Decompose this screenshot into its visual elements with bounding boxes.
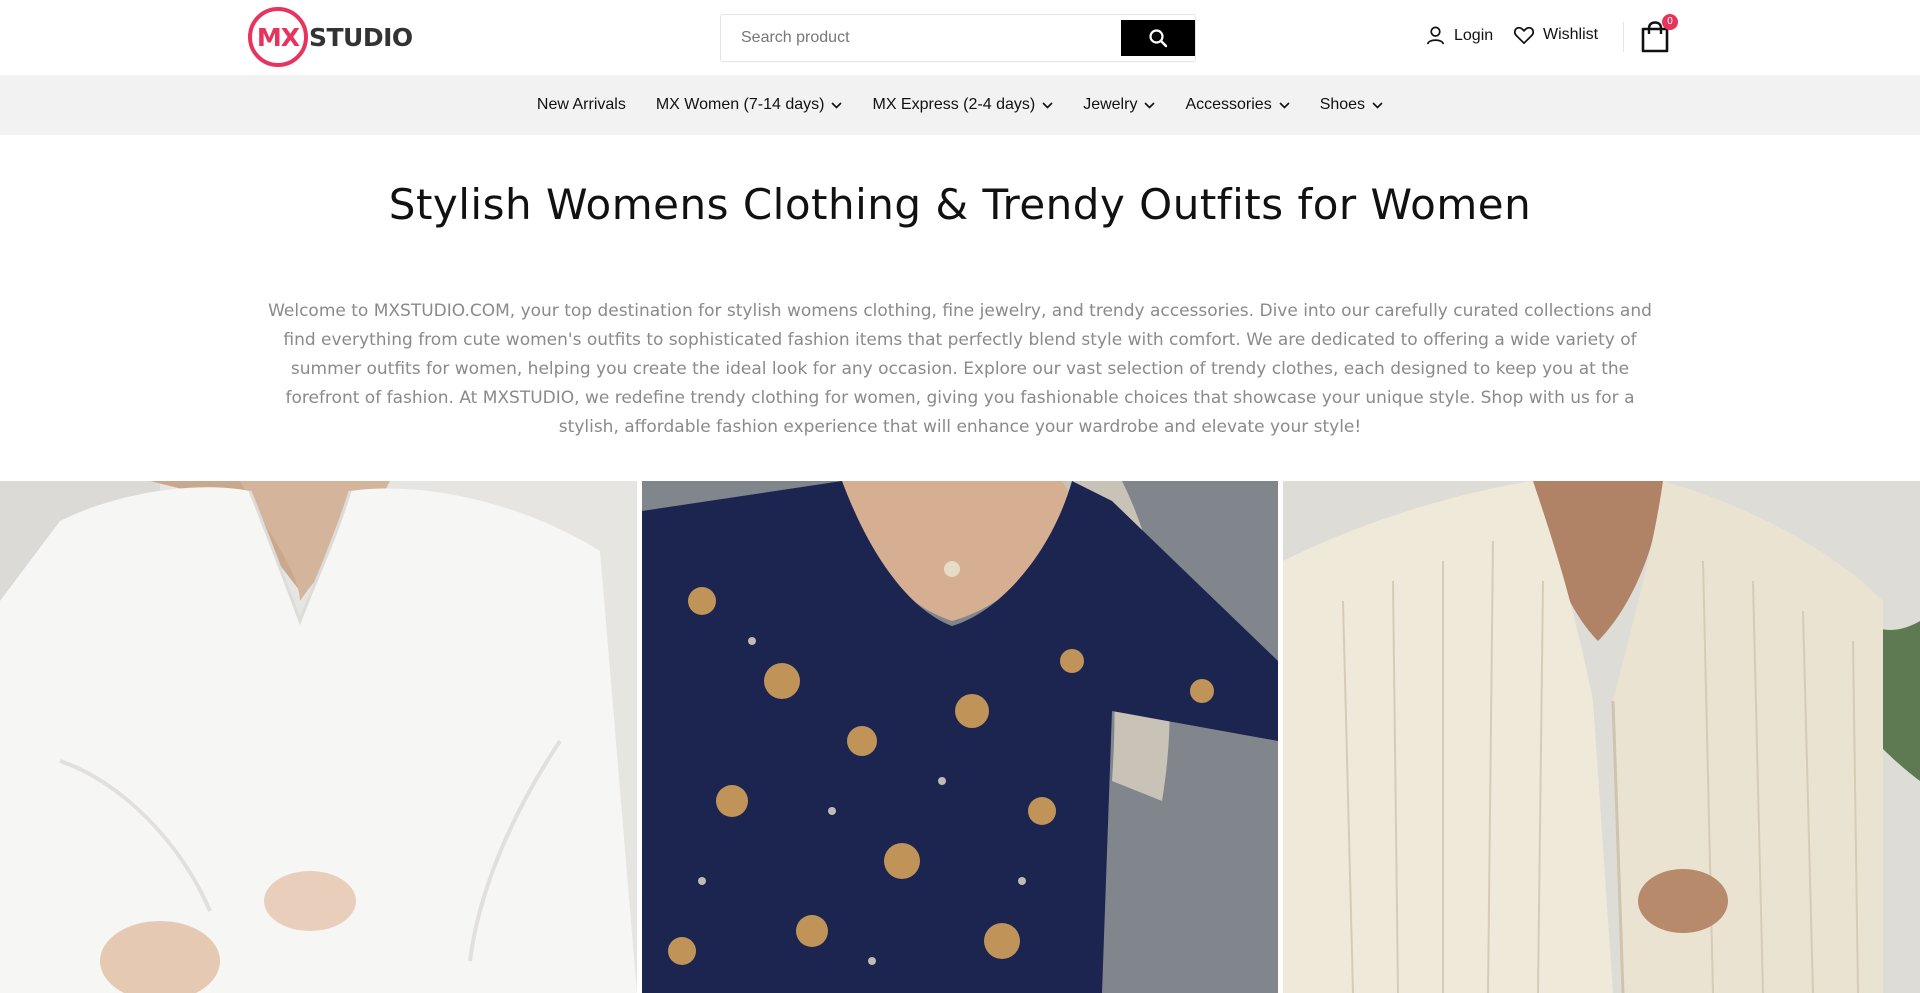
logo-mark: MX [248,7,308,67]
chevron-down-icon [1279,101,1290,109]
chevron-down-icon [1042,101,1053,109]
nav-item-mx-express[interactable]: MX Express (2-4 days) [872,96,1053,114]
nav-item-mx-women[interactable]: MX Women (7-14 days) [656,96,843,114]
wishlist-link[interactable]: Wishlist [1513,25,1598,45]
navy-floral-dress-photo [642,481,1278,993]
product-gallery [0,481,1920,993]
nav-item-accessories[interactable]: Accessories [1185,96,1290,114]
wishlist-label: Wishlist [1543,26,1599,43]
nav-item-jewelry[interactable]: Jewelry [1083,96,1156,114]
chevron-down-icon [831,101,843,109]
nav-item-new-arrivals[interactable]: New Arrivals [537,96,626,114]
nav-item-label: MX Express (2-4 days) [872,96,1036,113]
nav-item-label: New Arrivals [536,96,626,113]
heart-icon [1513,26,1535,45]
search-button[interactable] [1121,20,1195,56]
cream-pleated-shirt-photo [1283,481,1920,993]
nav-item-label: Shoes [1319,96,1366,113]
logo-mark-text: MX [256,22,300,52]
page-title: Stylish Womens Clothing & Trendy Outfits… [388,180,1532,229]
cart-count-badge: 0 [1662,14,1678,30]
search-bar [720,14,1196,62]
product-card-white-blouse[interactable] [0,481,637,993]
site-header: MX STUDIO Login Wishlist 0 [0,0,1920,75]
header-divider [1623,22,1624,52]
nav-item-label: Jewelry [1083,96,1138,113]
cart-button[interactable]: 0 [1640,14,1678,54]
chevron-down-icon [1144,101,1156,109]
chevron-down-icon [1372,101,1383,109]
user-icon [1427,26,1444,45]
main-nav: New Arrivals MX Women (7-14 days) MX Exp… [0,75,1920,135]
login-link[interactable]: Login [1425,25,1493,46]
search-icon [1149,29,1168,48]
product-card-navy-floral-dress[interactable] [642,481,1278,993]
search-input[interactable] [721,15,1121,61]
nav-item-label: MX Women (7-14 days) [655,96,825,113]
product-card-cream-pleated-shirt[interactable] [1283,481,1920,993]
nav-item-label: Accessories [1185,96,1272,113]
login-label: Login [1454,26,1494,44]
intro-paragraph: Welcome to MXSTUDIO.COM, your top destin… [268,301,1652,437]
white-blouse-photo [0,481,637,993]
nav-item-shoes[interactable]: Shoes [1320,96,1383,114]
brand-logo[interactable]: MX STUDIO [248,7,413,67]
logo-wordmark: STUDIO [309,22,413,52]
